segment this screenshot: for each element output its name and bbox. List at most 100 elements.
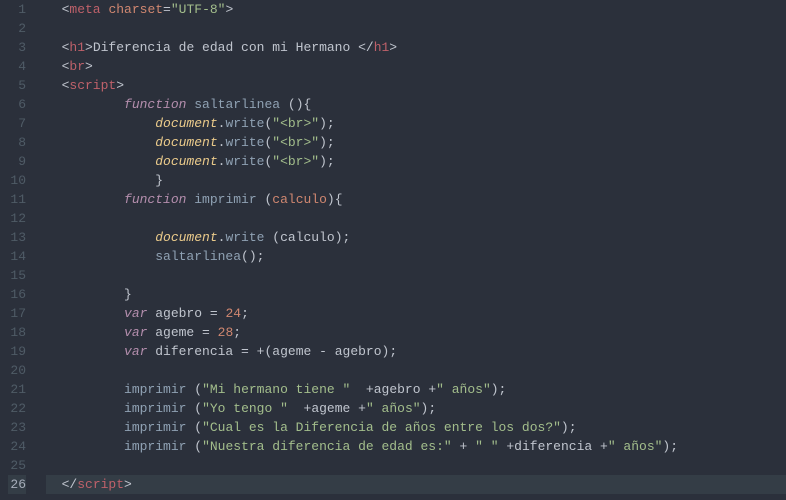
line-number: 1 [8, 0, 26, 19]
code-token: > [85, 59, 93, 74]
code-token: document [155, 154, 217, 169]
line-number: 23 [8, 418, 26, 437]
code-line[interactable]: saltarlinea(); [46, 247, 786, 266]
code-token: ( [194, 401, 202, 416]
code-token: + [506, 439, 514, 454]
code-token: > [389, 40, 397, 55]
line-number: 10 [8, 171, 26, 190]
code-line[interactable]: var agebro = 24; [46, 304, 786, 323]
code-token: calculo [280, 230, 335, 245]
code-token: " " [475, 439, 498, 454]
code-token: } [155, 173, 163, 188]
code-token: write [225, 154, 264, 169]
code-token: imprimir [124, 401, 186, 416]
code-token: "Mi hermano tiene " [202, 382, 350, 397]
code-token [46, 173, 155, 188]
code-token: - [319, 344, 327, 359]
code-token: agebro [374, 382, 429, 397]
code-token: ( [194, 439, 202, 454]
code-line[interactable]: imprimir ("Yo tengo " +ageme +" años"); [46, 399, 786, 418]
code-editor[interactable]: 1234567891011121314151617181920212223242… [0, 0, 786, 500]
code-token: " años" [608, 439, 663, 454]
code-token: = [241, 344, 249, 359]
code-token: document [155, 135, 217, 150]
code-token: > [85, 40, 93, 55]
code-token: ); [561, 420, 577, 435]
code-line[interactable] [46, 456, 786, 475]
code-line[interactable]: document.write("<br>"); [46, 133, 786, 152]
code-token: 28 [218, 325, 234, 340]
code-token: write [225, 135, 264, 150]
code-token: " años" [436, 382, 491, 397]
code-token: ); [421, 401, 437, 416]
code-token: ( [272, 230, 280, 245]
code-line[interactable]: <br> [46, 57, 786, 76]
code-token: > [124, 477, 132, 492]
code-token [46, 325, 124, 340]
code-line[interactable]: } [46, 285, 786, 304]
code-line[interactable]: imprimir ("Cual es la Diferencia de años… [46, 418, 786, 437]
code-token: "<br>" [272, 154, 319, 169]
code-line[interactable]: </script> [46, 475, 786, 494]
code-line[interactable]: imprimir ("Nuestra diferencia de edad es… [46, 437, 786, 456]
code-token: ); [319, 135, 335, 150]
code-token: ); [319, 116, 335, 131]
code-line[interactable] [46, 361, 786, 380]
line-number: 25 [8, 456, 26, 475]
code-token: h1 [69, 40, 85, 55]
code-token: = [163, 2, 171, 17]
code-token: imprimir [194, 192, 256, 207]
code-area[interactable]: <meta charset="UTF-8"> <h1>Diferencia de… [38, 0, 786, 500]
code-line[interactable]: function saltarlinea (){ [46, 95, 786, 114]
code-token [467, 439, 475, 454]
code-token: < [46, 2, 69, 17]
code-token [452, 439, 460, 454]
line-number: 3 [8, 38, 26, 57]
line-number: 4 [8, 57, 26, 76]
code-token: "<br>" [272, 135, 319, 150]
line-number: 20 [8, 361, 26, 380]
code-line[interactable] [46, 19, 786, 38]
code-token [350, 382, 366, 397]
code-line[interactable]: <meta charset="UTF-8"> [46, 0, 786, 19]
code-token: meta [69, 2, 100, 17]
code-line[interactable]: <h1>Diferencia de edad con mi Hermano </… [46, 38, 786, 57]
line-number: 13 [8, 228, 26, 247]
code-token: </ [46, 477, 77, 492]
code-token: function [124, 97, 186, 112]
code-line[interactable]: imprimir ("Mi hermano tiene " +agebro +"… [46, 380, 786, 399]
code-token: Diferencia de edad con mi Hermano [93, 40, 358, 55]
line-number: 14 [8, 247, 26, 266]
code-line[interactable]: function imprimir (calculo){ [46, 190, 786, 209]
code-token: ); [319, 154, 335, 169]
code-token: script [69, 78, 116, 93]
code-line[interactable]: var ageme = 28; [46, 323, 786, 342]
code-token [46, 401, 124, 416]
line-number: 26 [8, 475, 26, 494]
code-token: > [116, 78, 124, 93]
code-token [46, 306, 124, 321]
code-line[interactable]: document.write("<br>"); [46, 152, 786, 171]
code-token [46, 154, 155, 169]
line-number: 16 [8, 285, 26, 304]
code-token: agebro [327, 344, 382, 359]
code-token: ( [194, 382, 202, 397]
line-number: 5 [8, 76, 26, 95]
code-token: ; [233, 325, 241, 340]
code-token: ageme [311, 401, 358, 416]
code-line[interactable] [46, 266, 786, 285]
code-token: < [46, 40, 69, 55]
code-line[interactable] [46, 209, 786, 228]
code-token: var [124, 325, 147, 340]
code-line[interactable]: <script> [46, 76, 786, 95]
code-line[interactable]: document.write("<br>"); [46, 114, 786, 133]
code-line[interactable]: document.write (calculo); [46, 228, 786, 247]
code-line[interactable]: var diferencia = +(ageme - agebro); [46, 342, 786, 361]
code-token: calculo [272, 192, 327, 207]
code-token [46, 192, 124, 207]
code-token: "Nuestra diferencia de edad es:" [202, 439, 452, 454]
code-line[interactable]: } [46, 171, 786, 190]
code-token: (); [241, 249, 264, 264]
code-token [46, 420, 124, 435]
code-token [46, 287, 124, 302]
